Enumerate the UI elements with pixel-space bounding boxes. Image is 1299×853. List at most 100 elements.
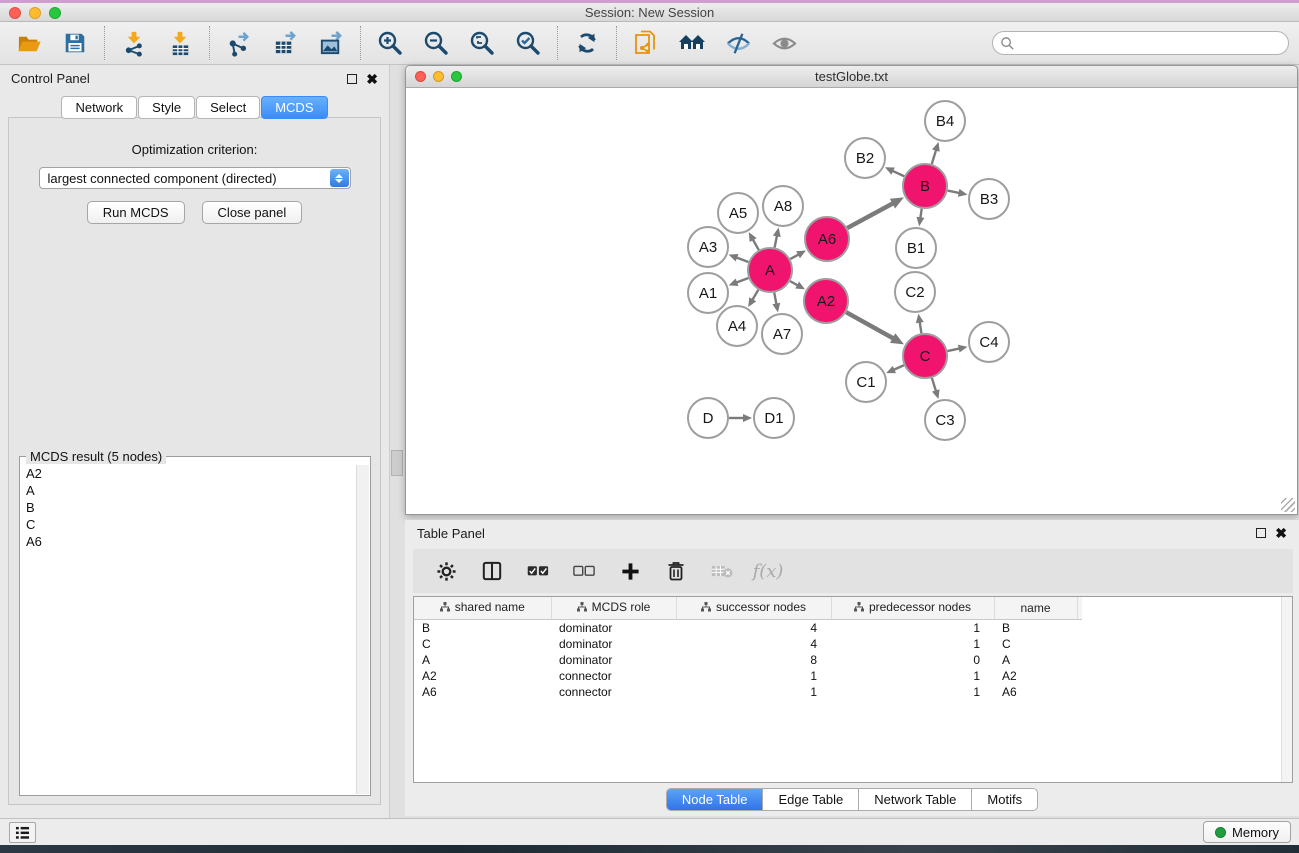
graph-edge-A2-C[interactable] bbox=[846, 312, 893, 338]
result-item[interactable]: B bbox=[21, 499, 356, 516]
graph-node-A1[interactable] bbox=[688, 273, 728, 313]
graph-edge-A-A3[interactable] bbox=[736, 257, 748, 262]
graph-edge-A-A7[interactable] bbox=[774, 293, 776, 305]
criterion-select[interactable]: largest connected component (directed) bbox=[39, 167, 351, 189]
show-graphics-details-button[interactable] bbox=[769, 28, 799, 58]
graph-node-B[interactable] bbox=[903, 164, 947, 208]
save-session-button[interactable] bbox=[60, 28, 90, 58]
tab-motifs[interactable]: Motifs bbox=[971, 789, 1037, 810]
table-row[interactable]: Bdominator41B bbox=[414, 619, 1082, 636]
result-scrollbar[interactable] bbox=[356, 465, 369, 794]
open-session-button[interactable] bbox=[14, 28, 44, 58]
graph-edge-C-C2[interactable] bbox=[920, 322, 922, 334]
create-column-button[interactable] bbox=[617, 558, 643, 584]
table-row[interactable]: Adominator80A bbox=[414, 652, 1082, 668]
result-item[interactable]: A2 bbox=[21, 465, 356, 482]
float-table-panel-icon[interactable] bbox=[1256, 528, 1266, 538]
tab-mcds[interactable]: MCDS bbox=[261, 96, 327, 119]
zoom-selected-button[interactable] bbox=[513, 28, 543, 58]
search-input[interactable] bbox=[1015, 36, 1288, 51]
graph-node-C2[interactable] bbox=[895, 272, 935, 312]
search-box[interactable] bbox=[992, 31, 1289, 55]
table-scrollbar[interactable] bbox=[1281, 597, 1292, 782]
graph-edge-B-B4[interactable] bbox=[932, 150, 936, 164]
show-task-history-button[interactable] bbox=[9, 822, 36, 843]
export-table-button[interactable] bbox=[270, 28, 300, 58]
select-all-columns-button[interactable] bbox=[525, 558, 551, 584]
graph-node-D1[interactable] bbox=[754, 398, 794, 438]
column-header-predecessor-nodes[interactable]: predecessor nodes bbox=[831, 597, 994, 619]
show-column-panel-button[interactable] bbox=[479, 558, 505, 584]
column-header-shared-name[interactable]: shared name bbox=[414, 597, 551, 619]
zoom-out-button[interactable] bbox=[421, 28, 451, 58]
graph-node-A2[interactable] bbox=[804, 279, 848, 323]
table-row[interactable]: A6connector11A6 bbox=[414, 684, 1082, 700]
destroy-network-button[interactable] bbox=[677, 28, 707, 58]
window-resize-grip[interactable] bbox=[1281, 498, 1295, 512]
refresh-button[interactable] bbox=[572, 28, 602, 58]
graph-node-C4[interactable] bbox=[969, 322, 1009, 362]
graph-node-B4[interactable] bbox=[925, 101, 965, 141]
tab-network-table[interactable]: Network Table bbox=[858, 789, 971, 810]
delete-column-button[interactable] bbox=[663, 558, 689, 584]
graph-edge-B-B2[interactable] bbox=[892, 171, 904, 177]
graph-edge-B-B1[interactable] bbox=[920, 209, 921, 219]
graph-node-B2[interactable] bbox=[845, 138, 885, 178]
graph-edge-A-A2[interactable] bbox=[790, 281, 798, 285]
tab-select[interactable]: Select bbox=[196, 96, 260, 119]
panel-splitter-handle[interactable] bbox=[391, 450, 403, 476]
zoom-fit-button[interactable] bbox=[467, 28, 497, 58]
graph-node-A7[interactable] bbox=[762, 314, 802, 354]
column-header-name[interactable]: name bbox=[994, 597, 1077, 619]
import-network-button[interactable] bbox=[119, 28, 149, 58]
tab-style[interactable]: Style bbox=[138, 96, 195, 119]
graph-node-D[interactable] bbox=[688, 398, 728, 438]
network-canvas[interactable]: AA1A3A5A8A4A7A6A2BB2B4B3B1CC2C4C1C3DD1 bbox=[406, 89, 1297, 514]
graph-node-A8[interactable] bbox=[763, 186, 803, 226]
result-item[interactable]: A6 bbox=[21, 533, 356, 550]
graph-edge-A-A8[interactable] bbox=[775, 235, 777, 247]
graph-node-C3[interactable] bbox=[925, 400, 965, 440]
hide-graphics-details-button[interactable] bbox=[723, 28, 753, 58]
memory-button[interactable]: Memory bbox=[1203, 821, 1291, 843]
export-network-button[interactable] bbox=[224, 28, 254, 58]
graph-edge-A6-B[interactable] bbox=[847, 203, 893, 228]
network-graph[interactable]: AA1A3A5A8A4A7A6A2BB2B4B3B1CC2C4C1C3DD1 bbox=[406, 89, 1297, 514]
graph-edge-A-A1[interactable] bbox=[736, 278, 748, 283]
result-item[interactable]: C bbox=[21, 516, 356, 533]
column-header-successor-nodes[interactable]: successor nodes bbox=[676, 597, 831, 619]
graph-node-A[interactable] bbox=[748, 248, 792, 292]
tab-edge-table[interactable]: Edge Table bbox=[762, 789, 858, 810]
run-mcds-button[interactable]: Run MCDS bbox=[87, 201, 185, 224]
graph-edge-B-B3[interactable] bbox=[948, 191, 960, 193]
close-panel-icon[interactable]: ✖ bbox=[366, 74, 378, 84]
tab-network[interactable]: Network bbox=[61, 96, 137, 119]
graph-node-B3[interactable] bbox=[969, 179, 1009, 219]
mcds-result-list[interactable]: A2ABCA6 bbox=[21, 465, 356, 794]
graph-edge-A-A4[interactable] bbox=[752, 290, 758, 300]
zoom-in-button[interactable] bbox=[375, 28, 405, 58]
graph-node-C[interactable] bbox=[903, 334, 947, 378]
export-image-button[interactable] bbox=[316, 28, 346, 58]
graph-node-C1[interactable] bbox=[846, 362, 886, 402]
graph-node-B1[interactable] bbox=[896, 228, 936, 268]
graph-edge-A-A5[interactable] bbox=[753, 239, 759, 250]
graph-edge-A-A6[interactable] bbox=[790, 254, 799, 259]
tab-node-table[interactable]: Node Table bbox=[667, 789, 763, 810]
table-row[interactable]: Cdominator41C bbox=[414, 636, 1082, 652]
table-settings-button[interactable] bbox=[433, 558, 459, 584]
deselect-all-columns-button[interactable] bbox=[571, 558, 597, 584]
close-panel-button[interactable]: Close panel bbox=[202, 201, 303, 224]
graph-edge-C-C1[interactable] bbox=[893, 365, 904, 370]
network-from-file-button[interactable] bbox=[631, 28, 661, 58]
column-header-mcds-role[interactable]: MCDS role bbox=[551, 597, 676, 619]
graph-node-A3[interactable] bbox=[688, 227, 728, 267]
graph-node-A6[interactable] bbox=[805, 217, 849, 261]
table-row[interactable]: A2connector11A2 bbox=[414, 668, 1082, 684]
network-window-titlebar[interactable]: testGlobe.txt bbox=[406, 66, 1297, 88]
graph-edge-C-C4[interactable] bbox=[947, 348, 959, 351]
graph-node-A4[interactable] bbox=[717, 306, 757, 346]
close-table-panel-icon[interactable]: ✖ bbox=[1275, 528, 1287, 538]
graph-node-A5[interactable] bbox=[718, 193, 758, 233]
import-table-button[interactable] bbox=[165, 28, 195, 58]
